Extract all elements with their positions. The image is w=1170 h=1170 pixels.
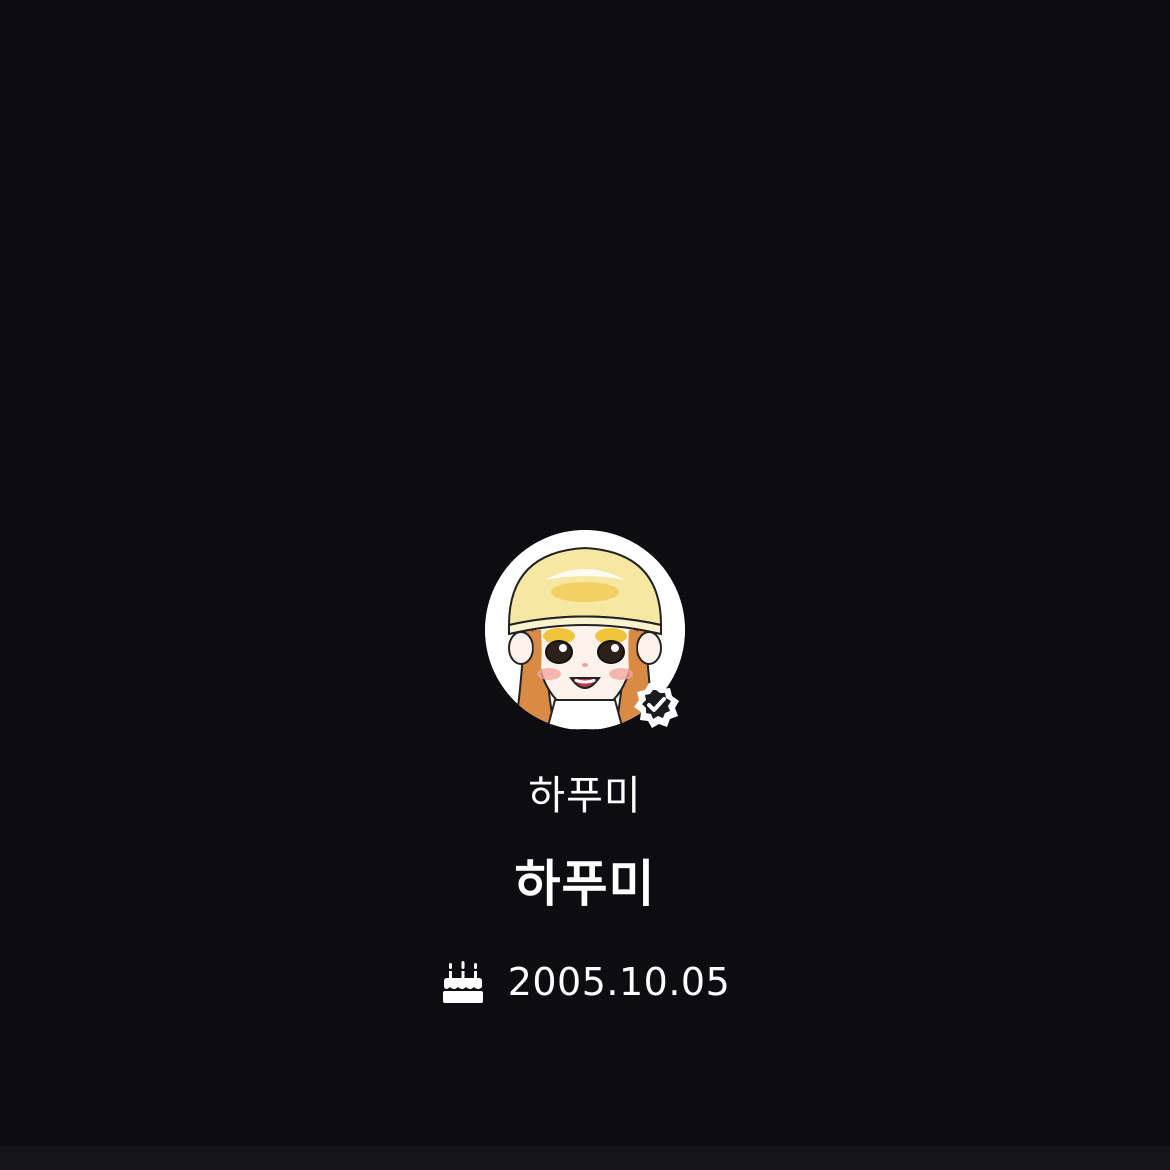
birthday-row: 2005.10.05 <box>440 958 731 1006</box>
profile-display-name: 하푸미 <box>514 855 656 913</box>
cake-icon <box>442 961 483 1003</box>
verified-badge-icon <box>631 680 681 730</box>
birthday-date: 2005.10.05 <box>507 960 731 1004</box>
profile-screen: 하푸미 하푸미 2005.10.05 <box>0 0 1170 1170</box>
profile-nickname: 하푸미 <box>528 773 642 819</box>
bottom-bar <box>0 1146 1170 1170</box>
profile-section: 하푸미 하푸미 2005.10.05 <box>0 530 1170 1006</box>
avatar-container[interactable] <box>485 530 685 730</box>
